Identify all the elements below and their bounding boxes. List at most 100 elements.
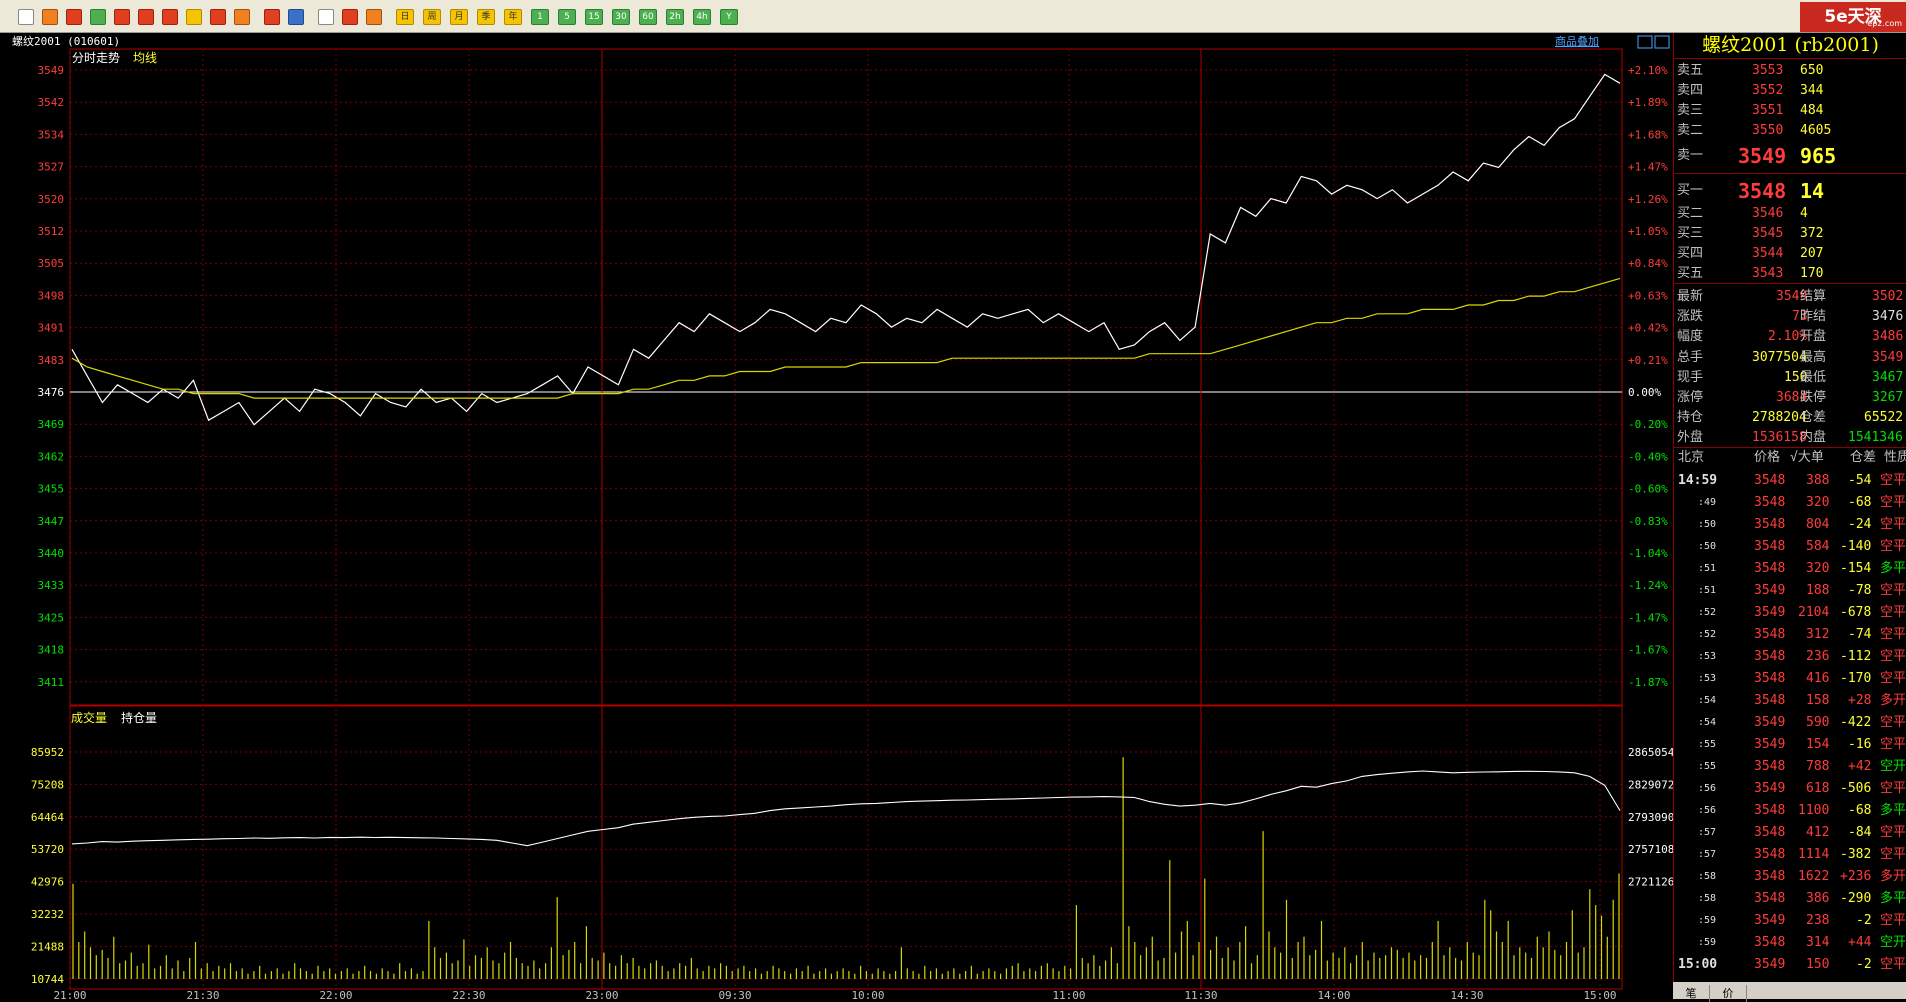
period-button-10[interactable]: 2h <box>666 9 684 25</box>
tick-row[interactable]: :57 3548 412 -84 空平 <box>1674 822 1906 844</box>
period-button-8[interactable]: 30 <box>612 9 630 25</box>
price-tick-label: 3527 <box>38 161 65 174</box>
cup-icon[interactable] <box>210 9 226 25</box>
tick-row[interactable]: :51 3548 320 -154 多平 <box>1674 558 1906 580</box>
period-button-3[interactable]: 季 <box>477 9 495 25</box>
price-tick-label: 3498 <box>38 289 65 302</box>
period-button-6[interactable]: 5 <box>558 9 576 25</box>
bid-level-4: 买四 3544 207 <box>1677 246 1824 261</box>
tick-row[interactable]: :53 3548 416 -170 空平 <box>1674 668 1906 690</box>
quote-panel: 螺纹2001 (rb2001) 卖五 3553 650 卖四 3552 344 卖三 3551… <box>1673 33 1906 999</box>
tick-row[interactable]: :50 3548 804 -24 空平 <box>1674 514 1906 536</box>
period-button-1[interactable]: 周 <box>423 9 441 25</box>
tab-volume[interactable]: 成交量 <box>71 710 107 725</box>
home-icon[interactable] <box>18 9 34 25</box>
window-icon[interactable] <box>162 9 178 25</box>
toolbar: 日周月季年 1 5 15 30 60 2h 4h Y 5e天深 ep2.com <box>0 0 1906 33</box>
stat-row: 持仓 2788204 仓差 65522 <box>1677 410 1904 426</box>
ask-level-4: 卖四 3552 344 <box>1677 83 1824 98</box>
time-tick-label: 11:00 <box>1052 989 1085 999</box>
filter-icon[interactable] <box>234 9 250 25</box>
pct-tick-label: +0.21% <box>1628 354 1668 367</box>
volume-tick-label: 32232 <box>31 908 64 921</box>
period-button-4[interactable]: 年 <box>504 9 522 25</box>
tick-row[interactable]: :59 3549 238 -2 空平 <box>1674 910 1906 932</box>
period-button-0[interactable]: 日 <box>396 9 414 25</box>
time-tick-label: 14:00 <box>1317 989 1350 999</box>
chart-symbol: 螺纹2001 (010601) <box>12 34 120 48</box>
intraday-chart[interactable]: 3549 +2.10% 3542 +1.89% 3534 +1.68% 3527 +1.47%… <box>0 33 1673 999</box>
price-tick-label: 3549 <box>38 64 65 77</box>
tick-row[interactable]: :55 3549 154 -16 空平 <box>1674 734 1906 756</box>
tick-row[interactable]: :59 3548 314 +44 空开 <box>1674 932 1906 954</box>
refresh-icon[interactable] <box>90 9 106 25</box>
oi-tick-label: 2721126 <box>1628 876 1673 889</box>
bid-level-3: 买三 3545 372 <box>1677 226 1824 241</box>
tick-row[interactable]: :54 3549 590 -422 空平 <box>1674 712 1906 734</box>
tab-open-interest[interactable]: 持仓量 <box>121 710 157 725</box>
calendar-icon[interactable] <box>66 9 82 25</box>
quote-title: 螺纹2001 (rb2001) <box>1702 34 1879 56</box>
period-button-9[interactable]: 60 <box>639 9 657 25</box>
volume-tick-label: 53720 <box>31 843 64 856</box>
level-icon[interactable] <box>342 9 358 25</box>
price-tick-label: 3520 <box>38 193 65 206</box>
tick-row[interactable]: :53 3548 236 -112 空平 <box>1674 646 1906 668</box>
stat-row: 外盘 1536158 内盘 1541346 <box>1677 430 1903 446</box>
tick-row[interactable]: :52 3548 312 -74 空平 <box>1674 624 1906 646</box>
pct-tick-label: +1.89% <box>1628 96 1668 109</box>
tick-row[interactable]: :54 3548 158 +28 多开 <box>1674 690 1906 712</box>
pct-tick-label: -1.47% <box>1628 611 1668 624</box>
pct-tick-label: +2.10% <box>1628 64 1668 77</box>
price-tick-label: 3512 <box>38 225 65 238</box>
time-tick-label: 15:00 <box>1583 989 1616 999</box>
tick-row[interactable]: :51 3549 188 -78 空平 <box>1674 580 1906 602</box>
tick-row[interactable]: :49 3548 320 -68 空平 <box>1674 492 1906 514</box>
period-button-5[interactable]: 1 <box>531 9 549 25</box>
stat-row: 涨跌 73 昨结 3476 <box>1677 309 1904 325</box>
brand-logo: 5e天深 ep2.com <box>1800 2 1906 32</box>
tick-row[interactable]: :57 3548 1114 -382 空平 <box>1674 844 1906 866</box>
tick-row[interactable]: :56 3548 1100 -68 多平 <box>1674 800 1906 822</box>
stat-row: 总手 3077504 最高 3549 <box>1677 349 1904 365</box>
tick-row[interactable]: 14:59 3548 388 -54 空平 <box>1674 470 1906 492</box>
tab-average[interactable]: 均线 <box>133 51 157 65</box>
folder-icon[interactable] <box>42 9 58 25</box>
time-tick-label: 22:30 <box>452 989 485 999</box>
pct-tick-label: -0.40% <box>1628 450 1668 463</box>
tick-row[interactable]: :56 3549 618 -506 空平 <box>1674 778 1906 800</box>
tick-row[interactable]: :55 3548 788 +42 空开 <box>1674 756 1906 778</box>
tick-row[interactable]: :50 3548 584 -140 空平 <box>1674 536 1906 558</box>
bid-level-5: 买五 3543 170 <box>1677 266 1824 281</box>
table-icon[interactable] <box>288 9 304 25</box>
volume-tick-label: 10744 <box>31 973 64 986</box>
tab-price[interactable]: 价 <box>1710 985 1747 1002</box>
order-icon[interactable] <box>366 9 382 25</box>
period-button-2[interactable]: 月 <box>450 9 468 25</box>
tab-intraday[interactable]: 分时走势 <box>72 51 120 65</box>
pct-tick-label: -1.04% <box>1628 547 1668 560</box>
search-icon[interactable] <box>114 9 130 25</box>
time-tick-label: 21:00 <box>53 989 86 999</box>
period-button-7[interactable]: 15 <box>585 9 603 25</box>
price-tick-label: 3534 <box>38 128 65 141</box>
tick-row[interactable]: :58 3548 1622 +236 多开 <box>1674 866 1906 888</box>
stat-row: 涨停 3684 跌停 3267 <box>1677 390 1904 405</box>
tick-row[interactable]: :52 3549 2104 -678 空平 <box>1674 602 1906 624</box>
tick-row[interactable]: :58 3548 386 -290 多平 <box>1674 888 1906 910</box>
pen-icon[interactable] <box>186 9 202 25</box>
bid-level-1: 买一 3548 14 <box>1677 179 1825 203</box>
tab-ticks[interactable]: 笔 <box>1673 985 1710 1002</box>
tick-header: 北京 价格 √大单 仓差 性质 <box>1678 450 1906 465</box>
tick-row[interactable]: 15:00 3549 150 -2 空平 <box>1674 954 1906 976</box>
overlay-commodity-link[interactable]: 商品叠加 <box>1555 34 1599 48</box>
graph-icon[interactable] <box>264 9 280 25</box>
ask-level-3: 卖三 3551 484 <box>1677 103 1824 118</box>
period-button-11[interactable]: 4h <box>693 9 711 25</box>
chart-line-icon[interactable] <box>318 9 334 25</box>
period-button-12[interactable]: Y <box>720 9 738 25</box>
price-tick-label: 3418 <box>38 644 65 657</box>
oi-tick-label: 2793090 <box>1628 811 1673 824</box>
pct-tick-label: +1.05% <box>1628 225 1668 238</box>
zoom-icon[interactable] <box>138 9 154 25</box>
